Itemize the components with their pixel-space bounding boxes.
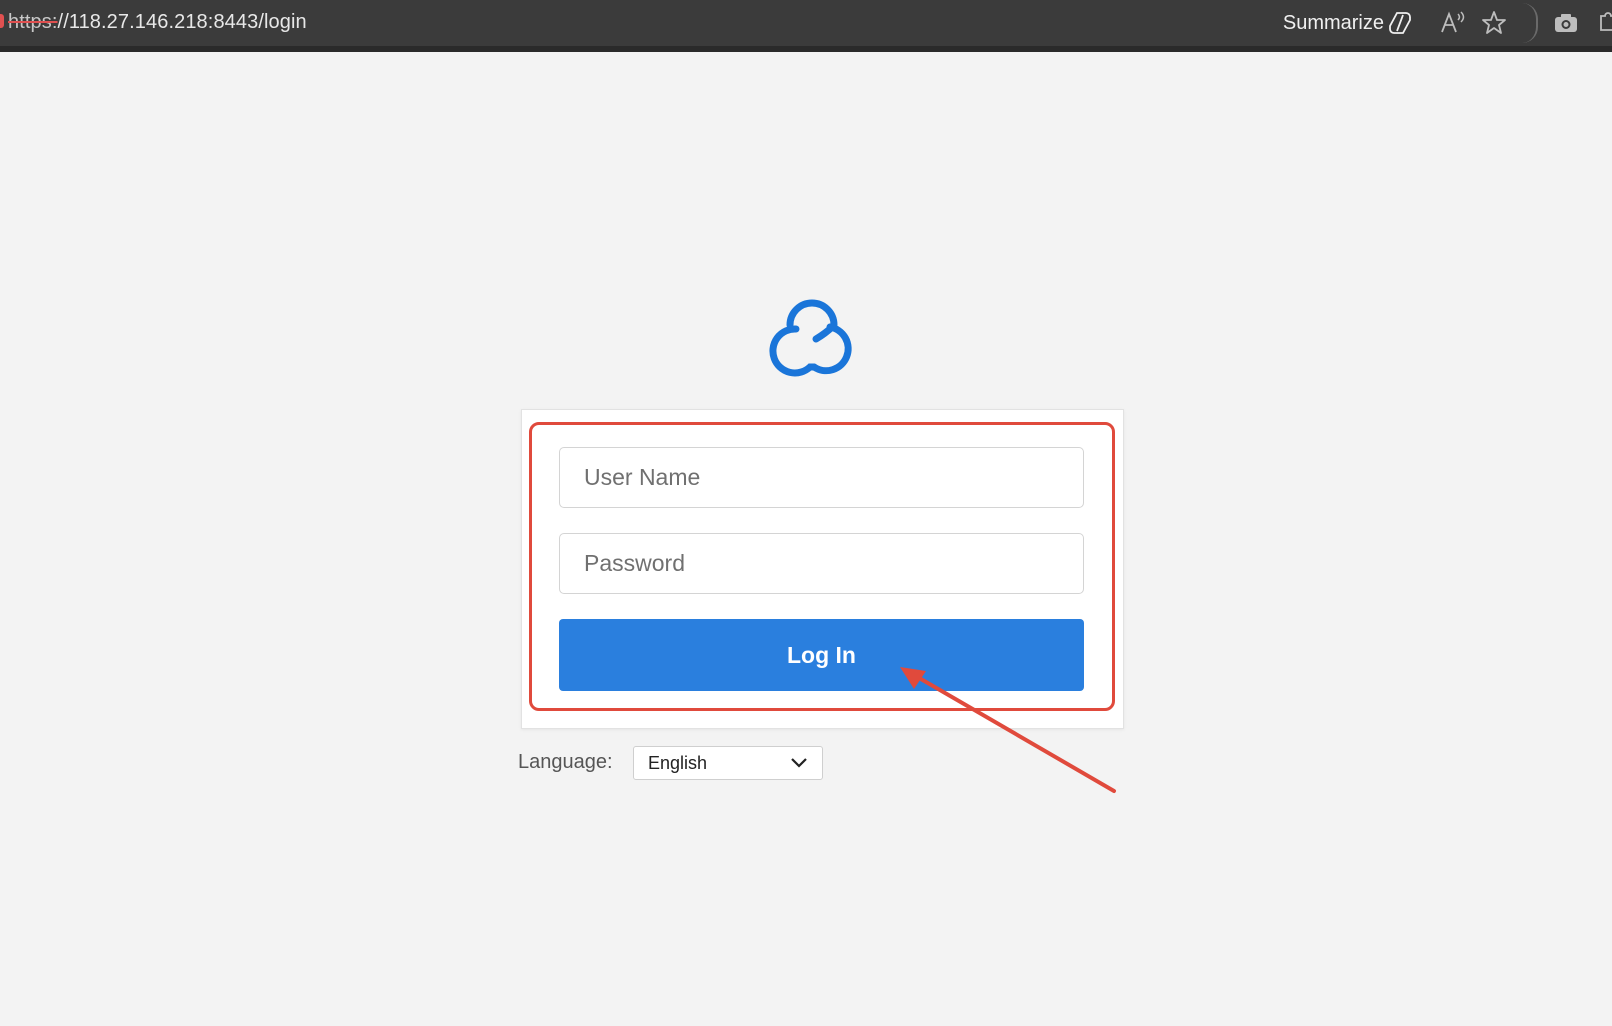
camera-icon[interactable] xyxy=(1552,9,1580,37)
password-input[interactable] xyxy=(559,533,1084,594)
url-path: //118.27.146.218:8443/login xyxy=(57,11,307,33)
summarize-button[interactable]: Summarize xyxy=(1283,10,1414,36)
cloud-logo-icon xyxy=(769,299,852,377)
language-selected-value: English xyxy=(648,752,708,773)
puzzle-icon[interactable] xyxy=(1594,9,1612,37)
browser-toolbar: https://118.27.146.218:8443/login Summar… xyxy=(0,0,1612,52)
username-input[interactable] xyxy=(559,447,1084,508)
address-bar[interactable]: https://118.27.146.218:8443/login xyxy=(8,11,307,34)
read-aloud-icon[interactable] xyxy=(1438,9,1466,37)
login-button[interactable]: Log In xyxy=(559,619,1084,691)
chevron-down-icon xyxy=(790,757,808,769)
insecure-warning-icon[interactable] xyxy=(0,14,4,28)
star-icon[interactable] xyxy=(1480,9,1508,37)
summarize-label: Summarize xyxy=(1282,11,1384,34)
language-select[interactable]: English xyxy=(633,746,823,780)
url-scheme: https: xyxy=(8,11,58,33)
toolbar-divider xyxy=(1522,3,1538,43)
copilot-icon xyxy=(1389,12,1411,34)
browser-actions: Summarize xyxy=(1283,0,1612,46)
language-label: Language: xyxy=(518,751,613,773)
